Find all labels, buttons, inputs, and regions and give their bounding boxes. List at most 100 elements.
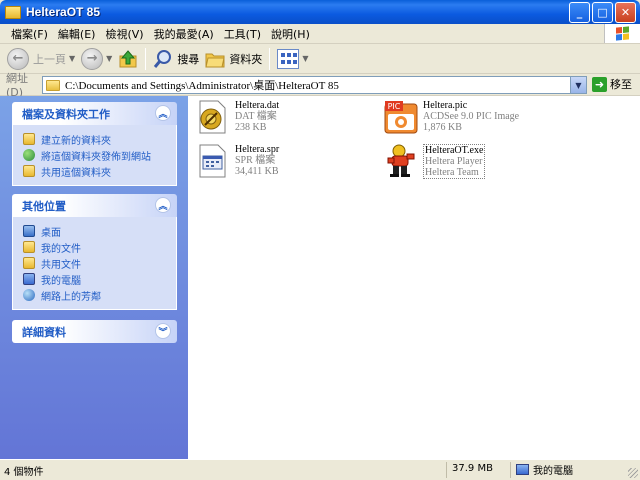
menu-edit[interactable]: 編輯(E) <box>53 26 101 42</box>
file-tasks-panel: 檔案及資料夾工作 ︽ 建立新的資料夾 將這個資料夾發佈到網站 共用這個資料夾 <box>12 102 177 186</box>
file-size: 238 KB <box>235 122 267 133</box>
place-desktop[interactable]: 桌面 <box>23 223 168 239</box>
heltera-exe-icon <box>387 144 415 177</box>
spr-file-icon <box>199 144 226 178</box>
forward-button[interactable]: → ▼ <box>78 46 115 72</box>
file-name: HelteraOT.exe <box>425 145 484 156</box>
file-item[interactable]: HelteraOT.exe Heltera Player Heltera Tea… <box>384 144 486 179</box>
place-label: 我的電腦 <box>41 275 81 287</box>
status-separator <box>510 462 511 478</box>
go-arrow-icon: ➜ <box>592 76 607 92</box>
my-documents-icon <box>23 241 35 253</box>
other-places-body: 桌面 我的文件 共用文件 我的電腦 網路上的芳鄰 <box>12 217 177 310</box>
my-computer-icon <box>23 273 35 285</box>
desktop-icon <box>23 225 35 237</box>
toolbar: ← 上一頁 ▼ → ▼ 搜尋 資料夾 ▼ <box>0 44 640 74</box>
other-places-header[interactable]: 其他位置 ︽ <box>12 194 177 217</box>
address-dropdown-icon[interactable]: ▼ <box>570 77 586 93</box>
window-controls: _ □ ✕ <box>569 2 636 23</box>
address-path[interactable]: C:\Documents and Settings\Administrator\… <box>65 77 339 93</box>
task-new-folder[interactable]: 建立新的資料夾 <box>23 131 168 147</box>
task-share-folder[interactable]: 共用這個資料夾 <box>23 163 168 179</box>
go-button[interactable]: ➜ 移至 <box>592 76 632 92</box>
task-label: 將這個資料夾發佈到網站 <box>41 151 151 163</box>
place-shared-documents[interactable]: 共用文件 <box>23 255 168 271</box>
place-my-computer[interactable]: 我的電腦 <box>23 271 168 287</box>
place-label: 桌面 <box>41 227 61 239</box>
details-header[interactable]: 詳細資料 ︾ <box>12 320 177 343</box>
menu-help[interactable]: 說明(H) <box>266 26 315 42</box>
title-bar[interactable]: HelteraOT 85 _ □ ✕ <box>0 0 640 24</box>
up-button[interactable] <box>115 46 141 72</box>
menu-view[interactable]: 檢視(V) <box>100 26 148 42</box>
forward-dropdown-icon[interactable]: ▼ <box>106 54 112 63</box>
folder-icon <box>46 79 60 91</box>
minimize-button[interactable]: _ <box>569 2 590 23</box>
file-info: Heltera.spr SPR 檔案 34,411 KB <box>235 144 279 178</box>
back-label: 上一頁 <box>33 52 66 66</box>
windows-logo <box>604 24 640 43</box>
task-label: 共用這個資料夾 <box>41 167 111 179</box>
file-type: ACDSee 9.0 PIC Image <box>423 111 520 122</box>
file-type: SPR 檔案 <box>235 155 276 166</box>
expand-chevron-icon[interactable]: ︾ <box>155 323 171 339</box>
folders-icon <box>205 53 225 67</box>
acdsee-pic-icon: PIC <box>384 101 418 134</box>
file-info: Heltera.pic ACDSee 9.0 PIC Image 1,876 K… <box>423 100 519 134</box>
file-item[interactable]: PIC Heltera.pic ACDSee 9.0 PIC Image 1,8… <box>384 100 519 134</box>
file-description: Heltera Player <box>425 156 483 167</box>
windows-flag-icon <box>616 26 629 41</box>
network-icon <box>23 289 35 301</box>
file-size: 1,876 KB <box>423 122 462 133</box>
views-button[interactable]: ▼ <box>274 46 311 72</box>
resize-grip-icon[interactable] <box>628 468 638 478</box>
folders-label: 資料夾 <box>229 52 263 66</box>
back-dropdown-icon[interactable]: ▼ <box>69 54 75 63</box>
address-input[interactable]: C:\Documents and Settings\Administrator\… <box>42 76 587 94</box>
file-name: Heltera.dat <box>235 100 280 111</box>
address-bar: 網址(D) C:\Documents and Settings\Administ… <box>0 72 640 99</box>
views-icon <box>277 48 300 69</box>
share-folder-icon <box>23 165 35 177</box>
pic-badge-text: PIC <box>388 102 401 111</box>
file-item[interactable]: Heltera.dat DAT 檔案 238 KB <box>196 100 279 134</box>
search-label: 搜尋 <box>177 52 200 66</box>
other-places-title: 其他位置 <box>22 199 66 213</box>
file-info: Heltera.dat DAT 檔案 238 KB <box>235 100 279 134</box>
search-button[interactable]: 搜尋 <box>150 46 202 72</box>
maximize-button[interactable]: □ <box>592 2 613 23</box>
place-network[interactable]: 網路上的芳鄰 <box>23 287 168 303</box>
task-label: 建立新的資料夾 <box>41 135 111 147</box>
other-places-panel: 其他位置 ︽ 桌面 我的文件 共用文件 我的電腦 網路上的芳鄰 <box>12 194 177 310</box>
file-size: 34,411 KB <box>235 166 279 177</box>
place-label: 我的文件 <box>41 243 81 255</box>
back-button[interactable]: ← 上一頁 ▼ <box>4 46 78 72</box>
toolbar-separator <box>145 47 147 70</box>
menu-favorites[interactable]: 我的最愛(A) <box>149 26 219 42</box>
file-tasks-header[interactable]: 檔案及資料夾工作 ︽ <box>12 102 177 125</box>
globe-icon <box>23 149 35 161</box>
collapse-chevron-icon[interactable]: ︽ <box>155 105 171 121</box>
place-label: 共用文件 <box>41 259 81 271</box>
collapse-chevron-icon[interactable]: ︽ <box>155 197 171 213</box>
go-label: 移至 <box>610 78 632 91</box>
folders-button[interactable]: 資料夾 <box>202 46 265 72</box>
file-tasks-body: 建立新的資料夾 將這個資料夾發佈到網站 共用這個資料夾 <box>12 125 177 186</box>
back-arrow-icon: ← <box>7 47 29 70</box>
views-dropdown-icon[interactable]: ▼ <box>302 54 308 63</box>
file-item[interactable]: Heltera.spr SPR 檔案 34,411 KB <box>196 144 279 178</box>
close-button[interactable]: ✕ <box>615 2 636 23</box>
file-info: HelteraOT.exe Heltera Player Heltera Tea… <box>423 144 486 179</box>
menu-file[interactable]: 檔案(F) <box>6 26 53 42</box>
file-company: Heltera Team <box>425 167 479 178</box>
forward-arrow-icon: → <box>81 47 104 70</box>
folder-icon <box>5 5 21 19</box>
place-my-documents[interactable]: 我的文件 <box>23 239 168 255</box>
details-title: 詳細資料 <box>22 325 66 339</box>
details-panel: 詳細資料 ︾ <box>12 320 177 343</box>
menu-tools[interactable]: 工具(T) <box>219 26 266 42</box>
object-count: 4 個物件 <box>4 467 44 478</box>
file-list-view[interactable]: Heltera.dat DAT 檔案 238 KB PIC Heltera.pi… <box>188 96 640 459</box>
task-publish-web[interactable]: 將這個資料夾發佈到網站 <box>23 147 168 163</box>
location-zone: 我的電腦 <box>516 462 573 477</box>
